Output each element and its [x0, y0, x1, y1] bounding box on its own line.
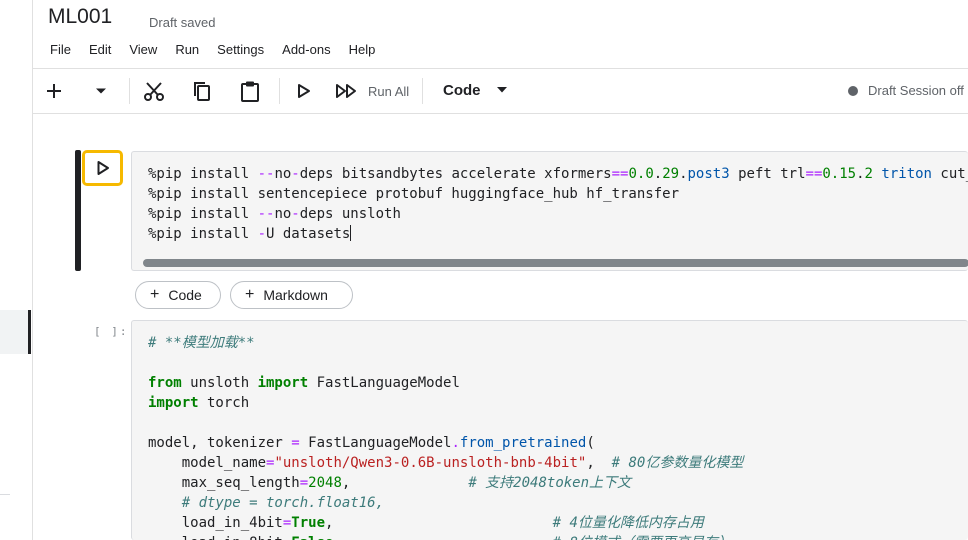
toolbar-separator	[129, 78, 130, 104]
paste-button[interactable]	[238, 78, 262, 104]
toolbar-separator	[422, 78, 423, 104]
add-markdown-cell-button[interactable]: + Markdown	[230, 281, 353, 309]
toolbar-separator	[279, 78, 280, 104]
add-code-label: Code	[168, 287, 202, 303]
code-cell-editor[interactable]: # **模型加载** from unsloth import FastLangu…	[131, 320, 968, 540]
code-line: model, tokenizer = FastLanguageModel.fro…	[148, 435, 595, 451]
code-line: load_in_8bit=False, # 8位模式（需要更高显存）	[148, 535, 732, 540]
caret-down-icon	[96, 88, 106, 94]
sidebar-active-item[interactable]	[0, 310, 28, 354]
menu-bar: File Edit View Run Settings Add-ons Help	[50, 42, 393, 57]
cut-button[interactable]	[142, 78, 166, 104]
code-line: %pip install --no-deps bitsandbytes acce…	[148, 166, 968, 182]
caret-down-icon	[496, 87, 507, 93]
toolbar-top-border	[33, 68, 968, 69]
execution-count: [ ]:	[94, 325, 129, 338]
run-cell-button[interactable]	[82, 150, 123, 186]
code-line: # dtype = torch.float16,	[181, 495, 385, 511]
run-all-label[interactable]: Run All	[368, 84, 409, 99]
code-line: load_in_4bit=True, # 4位量化降低内存占用	[148, 515, 704, 531]
menu-settings[interactable]: Settings	[217, 42, 264, 57]
run-cell-button[interactable]	[295, 78, 313, 104]
code-cell-editor[interactable]: %pip install --no-deps bitsandbytes acce…	[131, 151, 968, 271]
add-cell-button[interactable]	[44, 78, 64, 104]
sidebar-active-indicator	[28, 310, 31, 354]
active-cell-indicator	[75, 150, 81, 271]
code-line: max_seq_length=2048, # 支持2048token上下文	[148, 475, 632, 491]
add-code-cell-button[interactable]: + Code	[135, 281, 221, 309]
cell-type-select[interactable]: Code	[443, 82, 507, 99]
copy-button[interactable]	[190, 78, 214, 104]
menu-edit[interactable]: Edit	[89, 42, 111, 57]
session-status[interactable]: Draft Session off	[848, 83, 964, 98]
copy-icon	[194, 82, 210, 101]
menu-run[interactable]: Run	[175, 42, 199, 57]
play-icon	[97, 161, 109, 175]
code-line: model_name="unsloth/Qwen3-0.6B-unsloth-b…	[148, 455, 744, 471]
text-cursor	[350, 225, 352, 241]
horizontal-scrollbar[interactable]	[143, 259, 968, 267]
plus-icon: +	[150, 286, 160, 303]
code-cell-source[interactable]: %pip install --no-deps bitsandbytes acce…	[148, 164, 968, 244]
code-line: # **模型加载**	[148, 335, 255, 351]
run-all-button[interactable]	[334, 78, 360, 104]
left-sidebar	[0, 0, 33, 540]
plus-icon: +	[245, 286, 255, 303]
toolbar-bottom-border	[33, 113, 968, 114]
scissors-icon	[144, 82, 164, 101]
code-cell-source[interactable]: # **模型加载** from unsloth import FastLangu…	[148, 333, 743, 540]
code-line: %pip install --no-deps unsloth	[148, 206, 401, 222]
play-icon	[298, 84, 310, 98]
add-markdown-label: Markdown	[263, 287, 328, 303]
sidebar-divider	[0, 494, 10, 495]
save-status: Draft saved	[149, 15, 216, 30]
code-line: from unsloth import FastLanguageModel	[148, 375, 460, 391]
add-cell-dropdown[interactable]	[92, 78, 110, 104]
session-status-dot	[848, 85, 858, 96]
cell-type-value: Code	[443, 82, 481, 99]
session-status-label: Draft Session off	[868, 83, 964, 98]
clipboard-icon	[241, 81, 259, 102]
code-line: %pip install -U datasets	[148, 225, 352, 242]
menu-help[interactable]: Help	[349, 42, 376, 57]
menu-add-ons[interactable]: Add-ons	[282, 42, 330, 57]
menu-file[interactable]: File	[50, 42, 71, 57]
menu-view[interactable]: View	[129, 42, 157, 57]
code-line: import torch	[148, 395, 250, 411]
plus-icon	[47, 84, 61, 98]
notebook-title[interactable]: ML001	[48, 5, 112, 29]
fast-forward-icon	[336, 84, 356, 98]
code-line: %pip install sentencepiece protobuf hugg…	[148, 186, 680, 202]
